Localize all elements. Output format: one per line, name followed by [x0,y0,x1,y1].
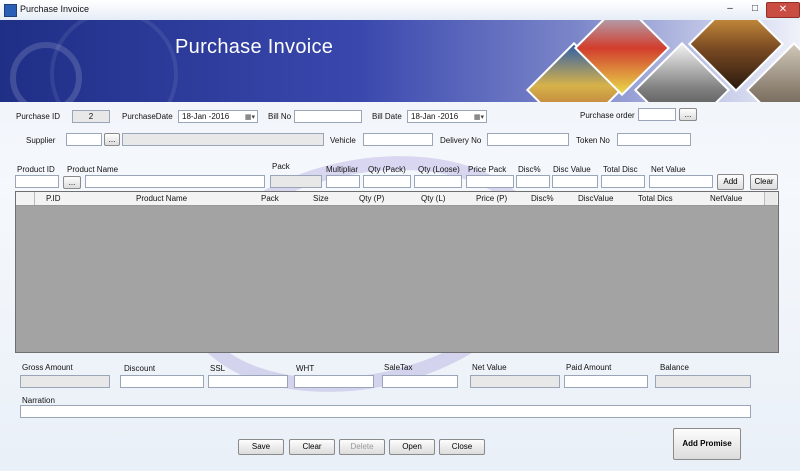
discount-field[interactable] [120,375,204,388]
close-button[interactable]: Close [439,439,485,455]
col-header-price-p[interactable]: Price (P) [476,194,507,203]
product-id-label: Product ID [17,165,55,174]
net-value-total-label: Net Value [472,363,507,372]
bill-no-field[interactable] [294,110,362,123]
purchase-id-field[interactable]: 2 [72,110,110,123]
close-window-button[interactable]: ✕ [766,2,800,18]
gross-amount-label: Gross Amount [22,363,73,372]
supplier-browse-button[interactable]: ... [104,133,120,146]
banner-title: Purchase Invoice [175,36,334,58]
vehicle-label: Vehicle [330,136,356,145]
col-header-size[interactable]: Size [313,194,329,203]
purchase-order-browse-button[interactable]: ... [679,108,697,121]
bill-date-picker[interactable]: 18-Jan -2016 ▦▾ [407,110,487,123]
pack-field[interactable] [270,175,322,188]
price-pack-field[interactable] [466,175,514,188]
calendar-dropdown-icon[interactable]: ▦▾ [245,112,255,122]
col-header-product-name[interactable]: Product Name [136,194,187,203]
ssl-label: SSL [210,364,226,373]
sale-tax-label: SaleTax [384,363,413,372]
token-no-label: Token No [576,136,610,145]
disc-percent-field[interactable] [516,175,550,188]
discount-label: Discount [124,364,156,373]
col-header-pid[interactable]: P.ID [46,194,61,203]
multiplier-field[interactable] [326,175,360,188]
maximize-button[interactable]: □ [743,2,767,16]
price-pack-label: Price Pack [468,165,507,174]
vehicle-field[interactable] [363,133,433,146]
col-header-qty-l[interactable]: Qty (L) [421,194,445,203]
total-disc-label: Total Disc [603,165,638,174]
bill-no-label: Bill No [268,112,292,121]
bill-date-label: Bill Date [372,112,402,121]
col-header-net-value[interactable]: NetValue [710,194,742,203]
clear-item-button[interactable]: Clear [750,174,778,190]
minimize-button[interactable]: – [718,2,742,16]
add-promise-button[interactable]: Add Promise [673,428,741,460]
pack-label: Pack [272,162,290,171]
col-header-pack[interactable]: Pack [261,194,279,203]
supplier-label: Supplier [26,136,56,145]
qty-loose-label: Qty (Loose) [418,165,460,174]
balance-field[interactable] [655,375,751,388]
disc-value-label: Disc Value [553,165,591,174]
purchase-date-label: PurchaseDate [122,112,173,121]
save-button[interactable]: Save [238,439,284,455]
paid-amount-field[interactable] [564,375,648,388]
gross-amount-field[interactable] [20,375,110,388]
narration-field[interactable] [20,405,751,418]
disc-percent-label: Disc% [518,165,541,174]
open-button[interactable]: Open [389,439,435,455]
window-title: Purchase Invoice [20,4,90,14]
col-header-qty-p[interactable]: Qty (P) [359,194,384,203]
purchase-id-label: Purchase ID [16,112,61,121]
qty-pack-label: Qty (Pack) [368,165,406,174]
col-header-disc-value[interactable]: DiscValue [578,194,613,203]
col-header-total-disc[interactable]: Total Dics [638,194,673,203]
qty-loose-field[interactable] [414,175,462,188]
net-value-total-field[interactable] [470,375,560,388]
col-header-disc-pct[interactable]: Disc% [531,194,554,203]
bill-date-value: 18-Jan -2016 [411,112,459,121]
narration-label: Narration [22,396,55,405]
qty-pack-field[interactable] [363,175,411,188]
clear-button[interactable]: Clear [289,439,335,455]
net-value-label: Net Value [651,165,686,174]
purchase-date-picker[interactable]: 18-Jan -2016 ▦▾ [178,110,258,123]
wht-field[interactable] [294,375,374,388]
multiplier-label: Multipliar [326,165,359,174]
title-bar: Purchase Invoice – □ ✕ [0,0,800,21]
purchase-invoice-window: Purchase Invoice – □ ✕ Purchase Invoice … [0,0,800,471]
row-selector-header [16,192,35,205]
items-grid[interactable]: P.ID Product Name Pack Size Qty (P) Qty … [15,191,779,353]
paid-amount-label: Paid Amount [566,363,612,372]
disc-value-field[interactable] [552,175,598,188]
supplier-name-field[interactable] [122,133,324,146]
app-icon [4,4,17,17]
token-no-field[interactable] [617,133,691,146]
grid-header-end [764,192,777,205]
delete-button[interactable]: Delete [339,439,385,455]
balance-label: Balance [660,363,689,372]
product-name-label: Product Name [67,165,119,174]
purchase-date-value: 18-Jan -2016 [182,112,230,121]
wht-label: WHT [296,364,315,373]
supplier-code-field[interactable] [66,133,102,146]
delivery-no-label: Delivery No [440,136,482,145]
product-name-field[interactable] [85,175,265,188]
net-value-field[interactable] [649,175,713,188]
header-banner: Purchase Invoice [0,20,800,102]
delivery-no-field[interactable] [487,133,569,146]
purchase-order-label: Purchase order [580,111,635,120]
sale-tax-field[interactable] [382,375,458,388]
ssl-field[interactable] [208,375,288,388]
add-item-button[interactable]: Add [717,174,744,190]
calendar-dropdown-icon[interactable]: ▦▾ [474,112,484,122]
product-browse-button[interactable]: ... [63,176,81,189]
banner-ring-decoration [50,20,178,102]
total-disc-field[interactable] [601,175,645,188]
purchase-order-field[interactable] [638,108,676,121]
grid-header: P.ID Product Name Pack Size Qty (P) Qty … [16,192,778,206]
product-id-field[interactable] [15,175,59,188]
